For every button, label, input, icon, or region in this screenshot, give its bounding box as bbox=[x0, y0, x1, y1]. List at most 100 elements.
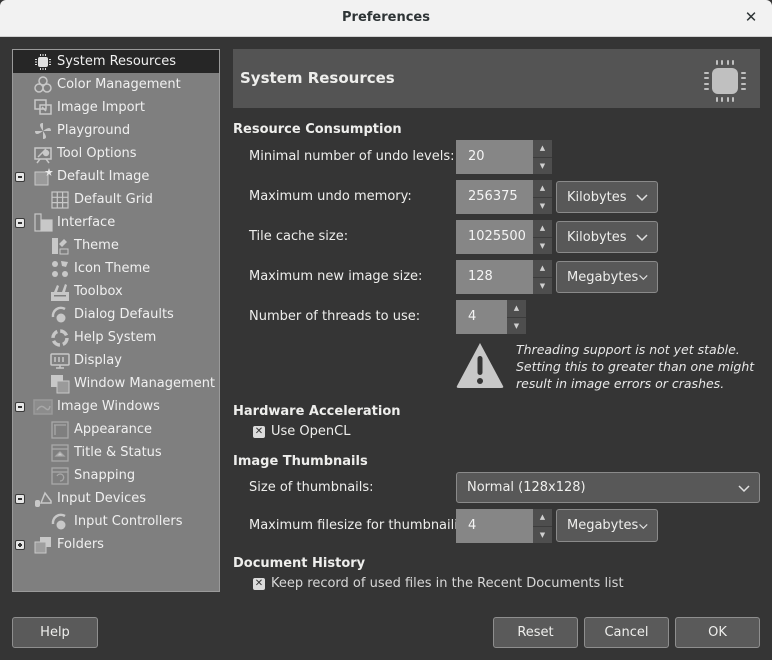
decrement-icon[interactable]: ▼ bbox=[533, 238, 552, 255]
sidebar-item-system-resources[interactable]: System Resources bbox=[13, 50, 219, 73]
warning-line: Threading support is not yet stable. bbox=[516, 342, 740, 357]
sidebar-item-label: Dialog Defaults bbox=[74, 307, 174, 322]
sidebar-item-interface[interactable]: Interface bbox=[13, 211, 219, 234]
threads-input[interactable]: 4 bbox=[456, 300, 507, 334]
reset-button[interactable]: Reset bbox=[493, 617, 578, 648]
expand-icon[interactable] bbox=[15, 539, 25, 550]
thumbnail-size-select[interactable]: Normal (128x128) bbox=[456, 472, 760, 503]
tool-options-icon bbox=[33, 144, 53, 164]
page-header: System Resources bbox=[233, 49, 760, 108]
input-controllers-icon bbox=[50, 512, 70, 532]
sidebar-item-label: Help System bbox=[74, 330, 157, 345]
chip-icon bbox=[704, 60, 746, 102]
section-image-thumbnails: Image Thumbnails bbox=[233, 454, 368, 469]
tile-cache-spinner[interactable]: 1025500 ▲ ▼ bbox=[456, 220, 552, 254]
tile-cache-input[interactable]: 1025500 bbox=[456, 220, 533, 254]
sidebar-item-image-import[interactable]: Image Import bbox=[13, 96, 219, 119]
sidebar-item-label: Interface bbox=[57, 215, 116, 230]
increment-icon[interactable]: ▲ bbox=[533, 220, 552, 238]
theme-icon bbox=[50, 236, 70, 256]
increment-icon[interactable]: ▲ bbox=[507, 300, 526, 318]
max-thumbnail-filesize-spinner[interactable]: 4 ▲ ▼ bbox=[456, 509, 552, 543]
decrement-icon[interactable]: ▼ bbox=[533, 278, 552, 295]
checkbox-checked-icon[interactable]: ✕ bbox=[253, 577, 265, 590]
max-image-size-unit-select[interactable]: Megabytes bbox=[556, 261, 658, 293]
sidebar-item-title-status[interactable]: Title & Status bbox=[13, 441, 219, 464]
sidebar-item-toolbox[interactable]: Toolbox bbox=[13, 280, 219, 303]
max-thumbnail-filesize-unit-select[interactable]: Megabytes bbox=[556, 509, 658, 542]
chevron-down-icon bbox=[639, 275, 648, 281]
close-icon[interactable]: ✕ bbox=[742, 8, 760, 26]
sidebar-item-input-controllers[interactable]: Input Controllers bbox=[13, 510, 219, 533]
max-image-size-spinner[interactable]: 128 ▲ ▼ bbox=[456, 260, 552, 294]
sidebar-item-label: Display bbox=[74, 353, 122, 368]
increment-icon[interactable]: ▲ bbox=[533, 509, 552, 527]
sidebar-item-label: Snapping bbox=[74, 468, 136, 483]
window-title: Preferences bbox=[342, 10, 430, 25]
decrement-icon[interactable]: ▼ bbox=[533, 198, 552, 215]
sidebar-item-input-devices[interactable]: Input Devices bbox=[13, 487, 219, 510]
sidebar-item-window-management[interactable]: Window Management bbox=[13, 372, 219, 395]
keep-recent-documents-label: Keep record of used files in the Recent … bbox=[271, 576, 624, 591]
sidebar-item-snapping[interactable]: Snapping bbox=[13, 464, 219, 487]
threading-warning-text: Threading support is not yet stable. Set… bbox=[516, 341, 754, 392]
sidebar-item-default-grid[interactable]: Default Grid bbox=[13, 188, 219, 211]
collapse-icon[interactable] bbox=[15, 493, 25, 504]
chevron-down-icon bbox=[636, 194, 648, 202]
increment-icon[interactable]: ▲ bbox=[533, 140, 552, 158]
help-button[interactable]: Help bbox=[12, 617, 98, 648]
sidebar-item-folders[interactable]: Folders bbox=[13, 533, 219, 556]
chevron-down-icon bbox=[639, 523, 648, 529]
tile-cache-label: Tile cache size: bbox=[249, 229, 349, 244]
sidebar-item-default-image[interactable]: Default Image bbox=[13, 165, 219, 188]
max-thumbnail-filesize-input[interactable]: 4 bbox=[456, 509, 533, 543]
use-opencl-checkbox[interactable]: ✕ Use OpenCL bbox=[253, 424, 350, 439]
undo-memory-spinner[interactable]: 256375 ▲ ▼ bbox=[456, 180, 552, 214]
sidebar-item-help-system[interactable]: Help System bbox=[13, 326, 219, 349]
sidebar-item-image-windows[interactable]: Image Windows bbox=[13, 395, 219, 418]
sidebar-item-theme[interactable]: Theme bbox=[13, 234, 219, 257]
tile-cache-unit-select[interactable]: Kilobytes bbox=[556, 221, 658, 253]
increment-icon[interactable]: ▲ bbox=[533, 180, 552, 198]
max-image-size-input[interactable]: 128 bbox=[456, 260, 533, 294]
dialog-defaults-icon bbox=[50, 305, 70, 325]
ok-button[interactable]: OK bbox=[675, 617, 760, 648]
display-icon bbox=[50, 351, 70, 371]
sidebar-item-label: Image Import bbox=[57, 100, 145, 115]
sidebar-item-label: Title & Status bbox=[74, 445, 162, 460]
threads-spinner[interactable]: 4 ▲ ▼ bbox=[456, 300, 526, 334]
collapse-icon[interactable] bbox=[15, 401, 25, 412]
decrement-icon[interactable]: ▼ bbox=[533, 158, 552, 175]
collapse-icon[interactable] bbox=[15, 171, 25, 182]
collapse-icon[interactable] bbox=[15, 217, 25, 228]
undo-memory-input[interactable]: 256375 bbox=[456, 180, 533, 214]
sidebar-item-icon-theme[interactable]: Icon Theme bbox=[13, 257, 219, 280]
sidebar-item-label: Playground bbox=[57, 123, 131, 138]
chevron-down-icon bbox=[738, 484, 750, 492]
sidebar-item-display[interactable]: Display bbox=[13, 349, 219, 372]
sidebar-item-dialog-defaults[interactable]: Dialog Defaults bbox=[13, 303, 219, 326]
sidebar-item-label: Input Controllers bbox=[74, 514, 183, 529]
undo-memory-label: Maximum undo memory: bbox=[249, 189, 412, 204]
cancel-button[interactable]: Cancel bbox=[584, 617, 669, 648]
sidebar-item-playground[interactable]: Playground bbox=[13, 119, 219, 142]
default-image-icon bbox=[33, 167, 53, 187]
sidebar-item-label: Color Management bbox=[57, 77, 181, 92]
sidebar-item-label: Icon Theme bbox=[74, 261, 151, 276]
threads-label: Number of threads to use: bbox=[249, 309, 421, 324]
checkbox-checked-icon[interactable]: ✕ bbox=[253, 425, 265, 438]
grid-icon bbox=[50, 190, 70, 210]
lifebuoy-icon bbox=[50, 328, 70, 348]
keep-recent-documents-checkbox[interactable]: ✕ Keep record of used files in the Recen… bbox=[253, 576, 624, 591]
pinwheel-icon bbox=[33, 121, 53, 141]
appearance-icon bbox=[50, 420, 70, 440]
undo-levels-spinner[interactable]: 20 ▲ ▼ bbox=[456, 140, 552, 174]
increment-icon[interactable]: ▲ bbox=[533, 260, 552, 278]
undo-memory-unit-select[interactable]: Kilobytes bbox=[556, 181, 658, 213]
sidebar-item-appearance[interactable]: Appearance bbox=[13, 418, 219, 441]
sidebar-item-tool-options[interactable]: Tool Options bbox=[13, 142, 219, 165]
sidebar-item-color-management[interactable]: Color Management bbox=[13, 73, 219, 96]
undo-levels-input[interactable]: 20 bbox=[456, 140, 533, 174]
decrement-icon[interactable]: ▼ bbox=[533, 527, 552, 544]
decrement-icon[interactable]: ▼ bbox=[507, 318, 526, 335]
